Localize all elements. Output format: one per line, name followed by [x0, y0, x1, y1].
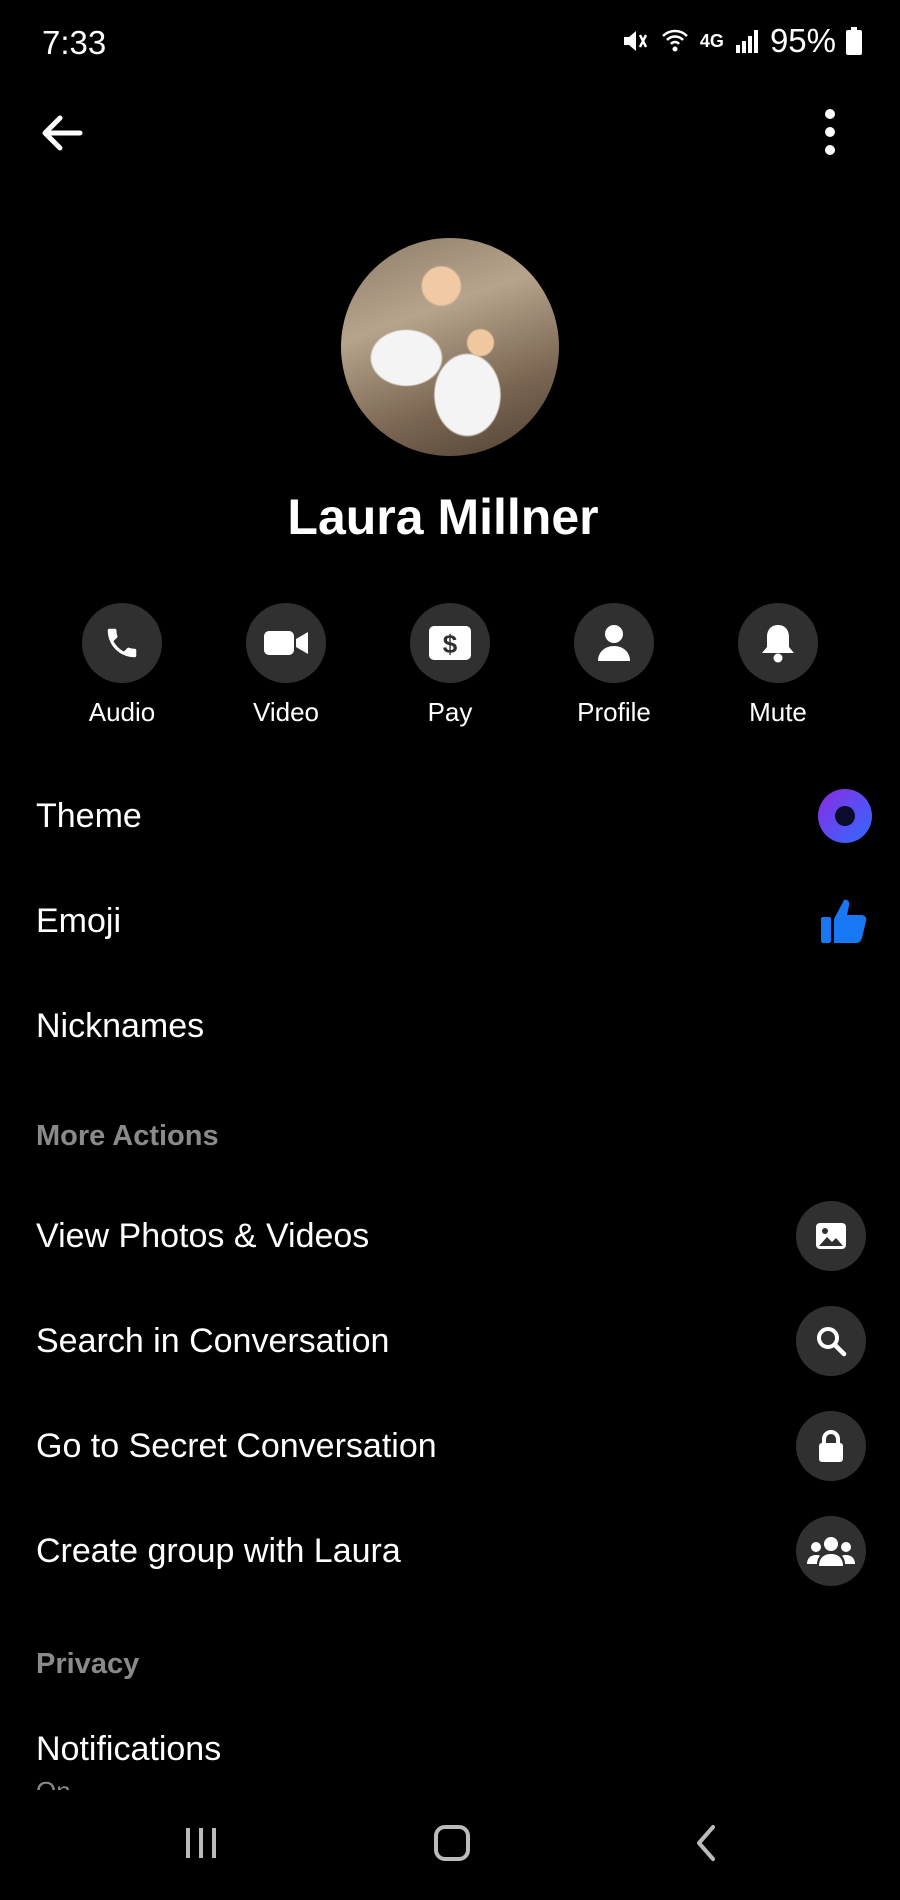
svg-text:$: $ [443, 629, 458, 659]
thumbs-up-icon [821, 899, 867, 943]
search-icon [817, 1327, 847, 1357]
view-photos-label: View Photos & Videos [36, 1216, 370, 1255]
system-back-button[interactable] [676, 1818, 736, 1868]
search-conversation-row[interactable]: Search in Conversation [36, 1306, 866, 1376]
notifications-label: Notifications [36, 1729, 222, 1768]
home-button[interactable] [422, 1818, 482, 1868]
phone-icon [107, 628, 137, 658]
mute-vibrate-icon [620, 26, 650, 56]
search-icon-button [796, 1306, 866, 1376]
bell-icon [762, 625, 794, 663]
wifi-icon [660, 26, 690, 56]
mute-label: Mute [749, 697, 807, 727]
audio-label: Audio [88, 697, 156, 727]
profile-button[interactable]: Profile [544, 603, 684, 728]
search-conversation-label: Search in Conversation [36, 1321, 390, 1360]
video-camera-icon [264, 631, 308, 655]
status-icons: 4G 95% [620, 22, 862, 60]
contact-avatar[interactable] [341, 238, 559, 456]
dollar-icon: $ [429, 626, 471, 660]
back-arrow-icon [42, 115, 83, 151]
nicknames-label: Nicknames [36, 1006, 205, 1045]
recent-apps-button[interactable] [171, 1818, 231, 1868]
video-call-button[interactable]: Video [216, 603, 356, 728]
notifications-row[interactable]: Notifications [36, 1714, 866, 1784]
view-photos-row[interactable]: View Photos & Videos [36, 1201, 866, 1271]
theme-label: Theme [36, 796, 142, 835]
status-bar: 7:33 4G 95% [0, 0, 900, 90]
battery-percent: 95% [769, 22, 836, 59]
quick-actions: Audio Video $ Pay Profile Mute [0, 603, 900, 733]
system-nav-bar [0, 1790, 900, 1900]
back-button[interactable] [36, 106, 90, 160]
create-group-row[interactable]: Create group with Laura [36, 1516, 866, 1586]
network-type-label: 4G [699, 30, 724, 51]
secret-conversation-label: Go to Secret Conversation [36, 1426, 437, 1465]
mute-button[interactable]: Mute [708, 603, 848, 728]
pay-button[interactable]: $ Pay [380, 603, 520, 728]
video-label: Video [252, 697, 320, 727]
signal-icon [734, 27, 760, 55]
more-options-button[interactable] [812, 104, 848, 160]
audio-call-button[interactable]: Audio [52, 603, 192, 728]
theme-ring-icon [818, 789, 872, 843]
secret-conversation-row[interactable]: Go to Secret Conversation [36, 1411, 866, 1481]
chevron-left-icon [697, 1825, 715, 1861]
group-icon-button [796, 1516, 866, 1586]
image-icon-button [796, 1201, 866, 1271]
image-icon [816, 1223, 846, 1249]
status-time: 7:33 [42, 24, 107, 61]
more-actions-header: More Actions [36, 1120, 219, 1152]
person-icon [598, 625, 630, 661]
lock-icon-button [796, 1411, 866, 1481]
create-group-label: Create group with Laura [36, 1531, 401, 1570]
recents-icon [186, 1828, 216, 1858]
home-icon [434, 1825, 470, 1861]
contact-name: Laura Millner [287, 489, 599, 545]
kebab-menu-icon [825, 109, 835, 155]
group-icon [807, 1537, 855, 1566]
battery-icon [846, 27, 862, 55]
emoji-label: Emoji [36, 901, 122, 940]
lock-icon [819, 1430, 843, 1462]
emoji-row[interactable]: Emoji [36, 886, 867, 956]
profile-label: Profile [577, 697, 651, 727]
privacy-header: Privacy [36, 1648, 140, 1680]
theme-row[interactable]: Theme [36, 781, 872, 851]
nicknames-row[interactable]: Nicknames [36, 991, 866, 1061]
pay-label: Pay [427, 697, 473, 727]
